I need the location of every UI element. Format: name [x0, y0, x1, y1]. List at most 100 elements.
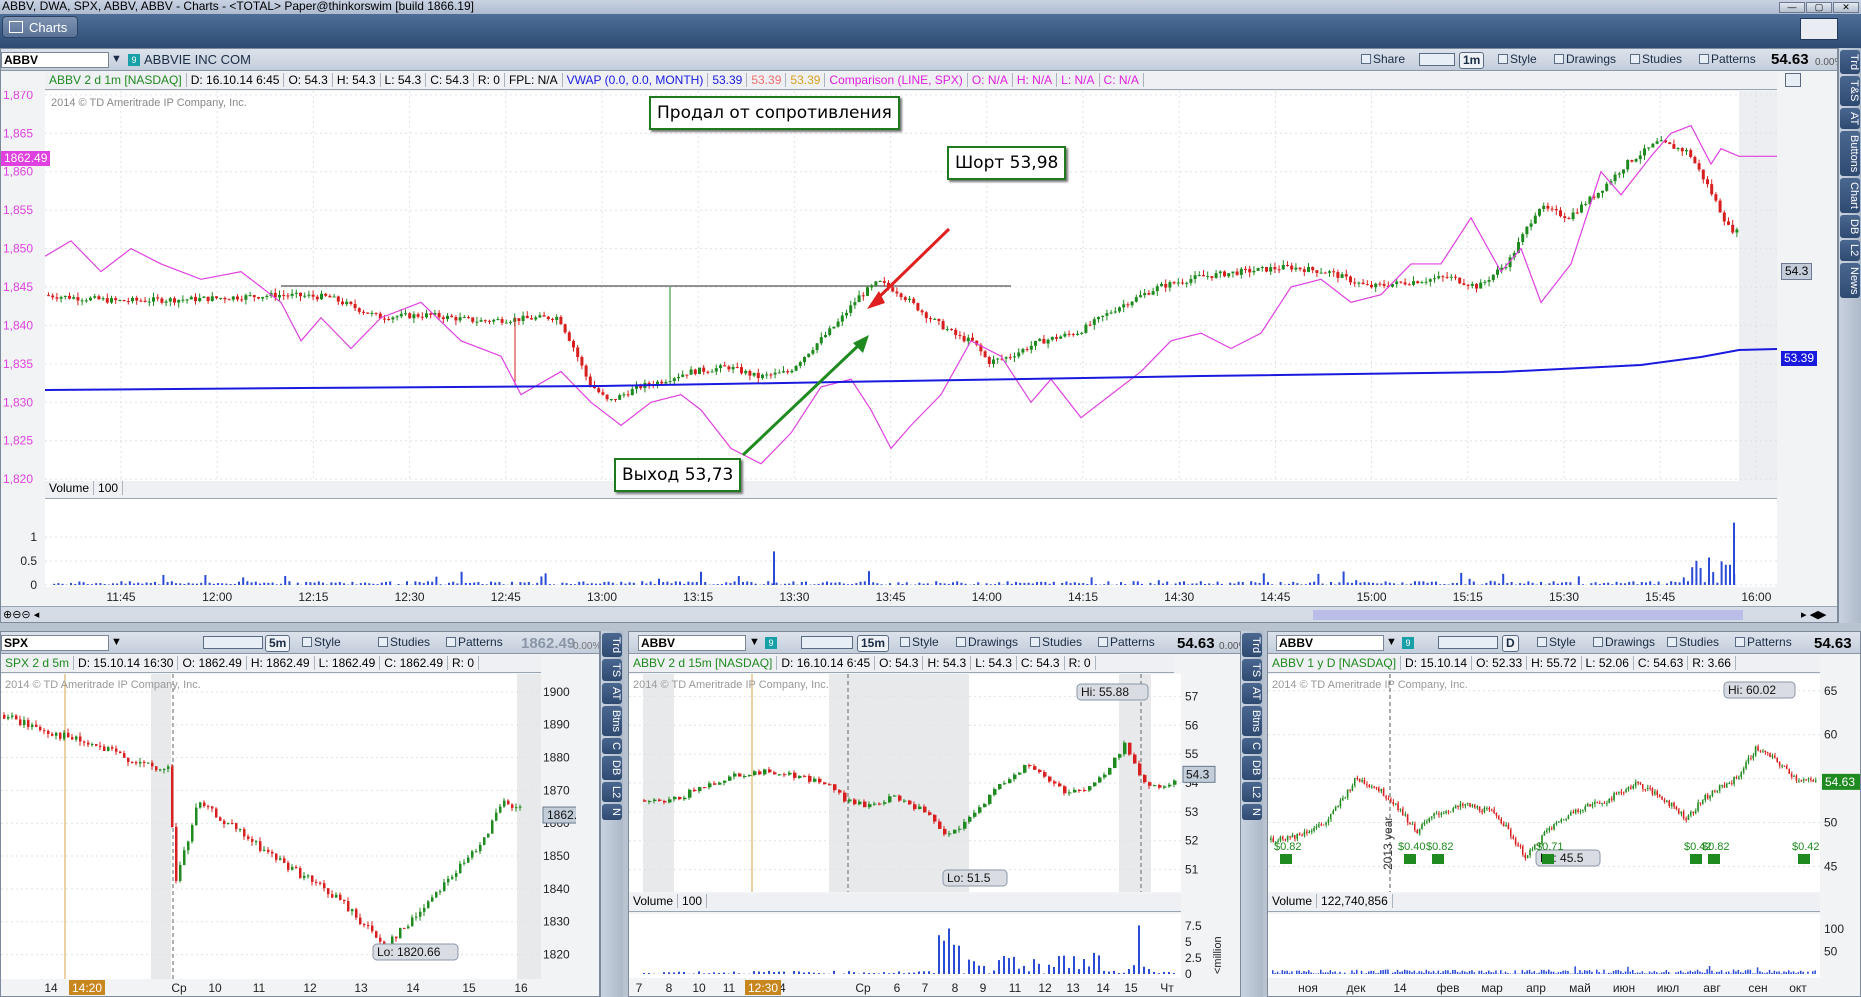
candle-body	[1327, 819, 1330, 823]
side-tab-ts[interactable]: T&S	[1840, 76, 1860, 106]
link-group-icon[interactable]: 9	[128, 54, 140, 66]
side-tab-btns[interactable]: Btns	[1242, 706, 1262, 737]
grid-layout-icon[interactable]	[1800, 18, 1838, 40]
spx-symbol-input[interactable]: SPX	[1, 635, 109, 651]
candle-body	[1567, 815, 1570, 819]
side-tab-buttons[interactable]: Buttons	[1840, 130, 1860, 177]
spx-patterns-button[interactable]: Patterns	[441, 634, 508, 651]
volume-bar	[162, 574, 165, 585]
main-scrollbar[interactable]: ⊕⊖⊝ ◂ ▸ ◀▶	[1, 606, 1837, 622]
abbvD-symbol-dropdown-icon[interactable]: ▼	[1386, 636, 1397, 648]
scroll-right-icon[interactable]: ▸ ◀▶	[1801, 608, 1827, 621]
abbvD-style-button[interactable]: Style	[1532, 634, 1581, 651]
spx-symbol-dropdown-icon[interactable]: ▼	[111, 636, 122, 648]
volume-bar	[1610, 973, 1612, 974]
side-tab-news[interactable]: News	[1840, 262, 1860, 299]
candle-body	[303, 875, 306, 878]
spx-tools-icon[interactable]	[203, 636, 263, 649]
spx-panel: SPX ▼ 5m Style Studies Patterns 1862.49 …	[0, 631, 600, 997]
abbv15-tools-icon[interactable]	[801, 636, 853, 649]
spx-price-chart[interactable]: 1900189018801870186018501840183018202014…	[1, 674, 576, 979]
side-tab-c[interactable]: C	[602, 738, 622, 755]
abbv15-patterns-button[interactable]: Patterns	[1093, 634, 1160, 651]
side-tab-trd[interactable]: Trd	[602, 633, 622, 658]
volume-bar	[1636, 972, 1639, 974]
minimize-button[interactable]: —	[1779, 2, 1805, 13]
main-volume-chart[interactable]: 110.50.500<millions>11:4512:0012:1512:30…	[1, 499, 1779, 604]
abbvD-link-icon[interactable]: 9	[1402, 637, 1414, 649]
candle-body	[387, 318, 391, 320]
chart-settings-icon[interactable]	[1785, 73, 1801, 87]
side-tab-at[interactable]: AT	[1242, 683, 1262, 705]
side-tab-ts[interactable]: TS	[602, 659, 622, 682]
side-tab-n[interactable]: N	[602, 803, 622, 820]
volume-bar	[78, 581, 81, 585]
abbvD-studies-button[interactable]: Studies	[1662, 634, 1724, 651]
side-tab-l2[interactable]: L2	[602, 781, 622, 802]
abbvD-drawings-button[interactable]: Drawings	[1588, 634, 1660, 651]
side-tab-at[interactable]: AT	[602, 683, 622, 705]
volume-bar	[1759, 971, 1761, 974]
side-tab-trd[interactable]: Trd	[1242, 633, 1262, 658]
zoom-icons[interactable]: ⊕⊖⊝ ◂	[3, 608, 39, 621]
patterns-button[interactable]: Patterns	[1694, 51, 1761, 68]
volume-bar	[1636, 584, 1639, 585]
volume-bar	[1776, 971, 1778, 974]
side-tab-db[interactable]: DB	[1840, 214, 1860, 239]
side-tab-ts[interactable]: TS	[1242, 659, 1262, 682]
share-button[interactable]: Share	[1356, 51, 1410, 68]
candle-body	[1529, 849, 1531, 856]
side-tab-chart[interactable]: Chart	[1840, 178, 1860, 213]
abbv15-style-button[interactable]: Style	[895, 634, 944, 651]
candle-body	[1223, 271, 1226, 277]
side-tab-trd[interactable]: Trd	[1840, 50, 1860, 75]
drawings-button[interactable]: Drawings	[1549, 51, 1621, 68]
candle-body	[59, 732, 62, 739]
abbv15-studies-button[interactable]: Studies	[1025, 634, 1087, 651]
abbv15-link-icon[interactable]: 9	[765, 637, 777, 649]
candle-body	[261, 296, 265, 299]
close-button[interactable]: ✕	[1833, 2, 1859, 13]
abbvD-volume-chart[interactable]: 10050	[1268, 914, 1860, 978]
candle-body	[1675, 806, 1678, 810]
side-tab-l2[interactable]: L2	[1840, 240, 1860, 261]
symbol-input[interactable]: ABBV	[1, 52, 109, 68]
symbol-dropdown-icon[interactable]: ▼	[111, 53, 122, 65]
main-price-chart[interactable]: 1,8701,8651,8601,8551,8501,8451,8401,835…	[1, 91, 1779, 526]
maximize-button[interactable]: ▢	[1806, 2, 1832, 13]
abbvD-period-button[interactable]: D	[1502, 635, 1519, 652]
abbvD-tools-icon[interactable]	[1438, 636, 1498, 649]
spx-style-button[interactable]: Style	[297, 634, 346, 651]
abbvD-price-chart[interactable]: 65605550452014 © TD Ameritrade IP Compan…	[1268, 674, 1860, 892]
studies-button[interactable]: Studies	[1625, 51, 1687, 68]
abbv15-price-chart[interactable]: 575655545352512014 © TD Ameritrade IP Co…	[629, 674, 1225, 892]
volume-bar	[502, 584, 505, 585]
axis-label: 1820	[543, 948, 570, 962]
abbvD-symbol-input[interactable]: ABBV	[1276, 635, 1384, 651]
side-tab-at[interactable]: AT	[1840, 107, 1860, 129]
spx-studies-button[interactable]: Studies	[373, 634, 435, 651]
abbv15-volume-chart[interactable]: 7.552.50 <million	[629, 914, 1225, 978]
spx-period-button[interactable]: 5m	[265, 635, 291, 652]
info-field: L: 1862.49	[314, 656, 381, 670]
tab-charts[interactable]: Charts	[2, 16, 79, 38]
period-button[interactable]: 1m	[1459, 52, 1485, 69]
candle-body	[1168, 784, 1172, 787]
abbv15-symbol-input[interactable]: ABBV	[638, 635, 746, 651]
abbv15-drawings-button[interactable]: Drawings	[951, 634, 1023, 651]
side-tab-db[interactable]: DB	[602, 756, 622, 780]
abbv15-period-button[interactable]: 15m	[857, 635, 890, 652]
side-tab-c[interactable]: C	[1242, 738, 1262, 755]
scrollbar-thumb[interactable]	[1313, 610, 1743, 620]
volume-bar	[1028, 971, 1030, 974]
side-tab-btns[interactable]: Btns	[602, 706, 622, 737]
abbv15-symbol-dropdown-icon[interactable]: ▼	[749, 636, 760, 648]
candle-body	[1339, 800, 1342, 807]
side-tab-n[interactable]: N	[1242, 803, 1262, 820]
tools-icon[interactable]	[1419, 53, 1455, 66]
side-tab-db[interactable]: DB	[1242, 756, 1262, 780]
style-button[interactable]: Style	[1493, 51, 1542, 68]
side-tab-l2[interactable]: L2	[1242, 781, 1262, 802]
abbvD-patterns-button[interactable]: Patterns	[1730, 634, 1797, 651]
volume-bar	[1495, 970, 1497, 974]
